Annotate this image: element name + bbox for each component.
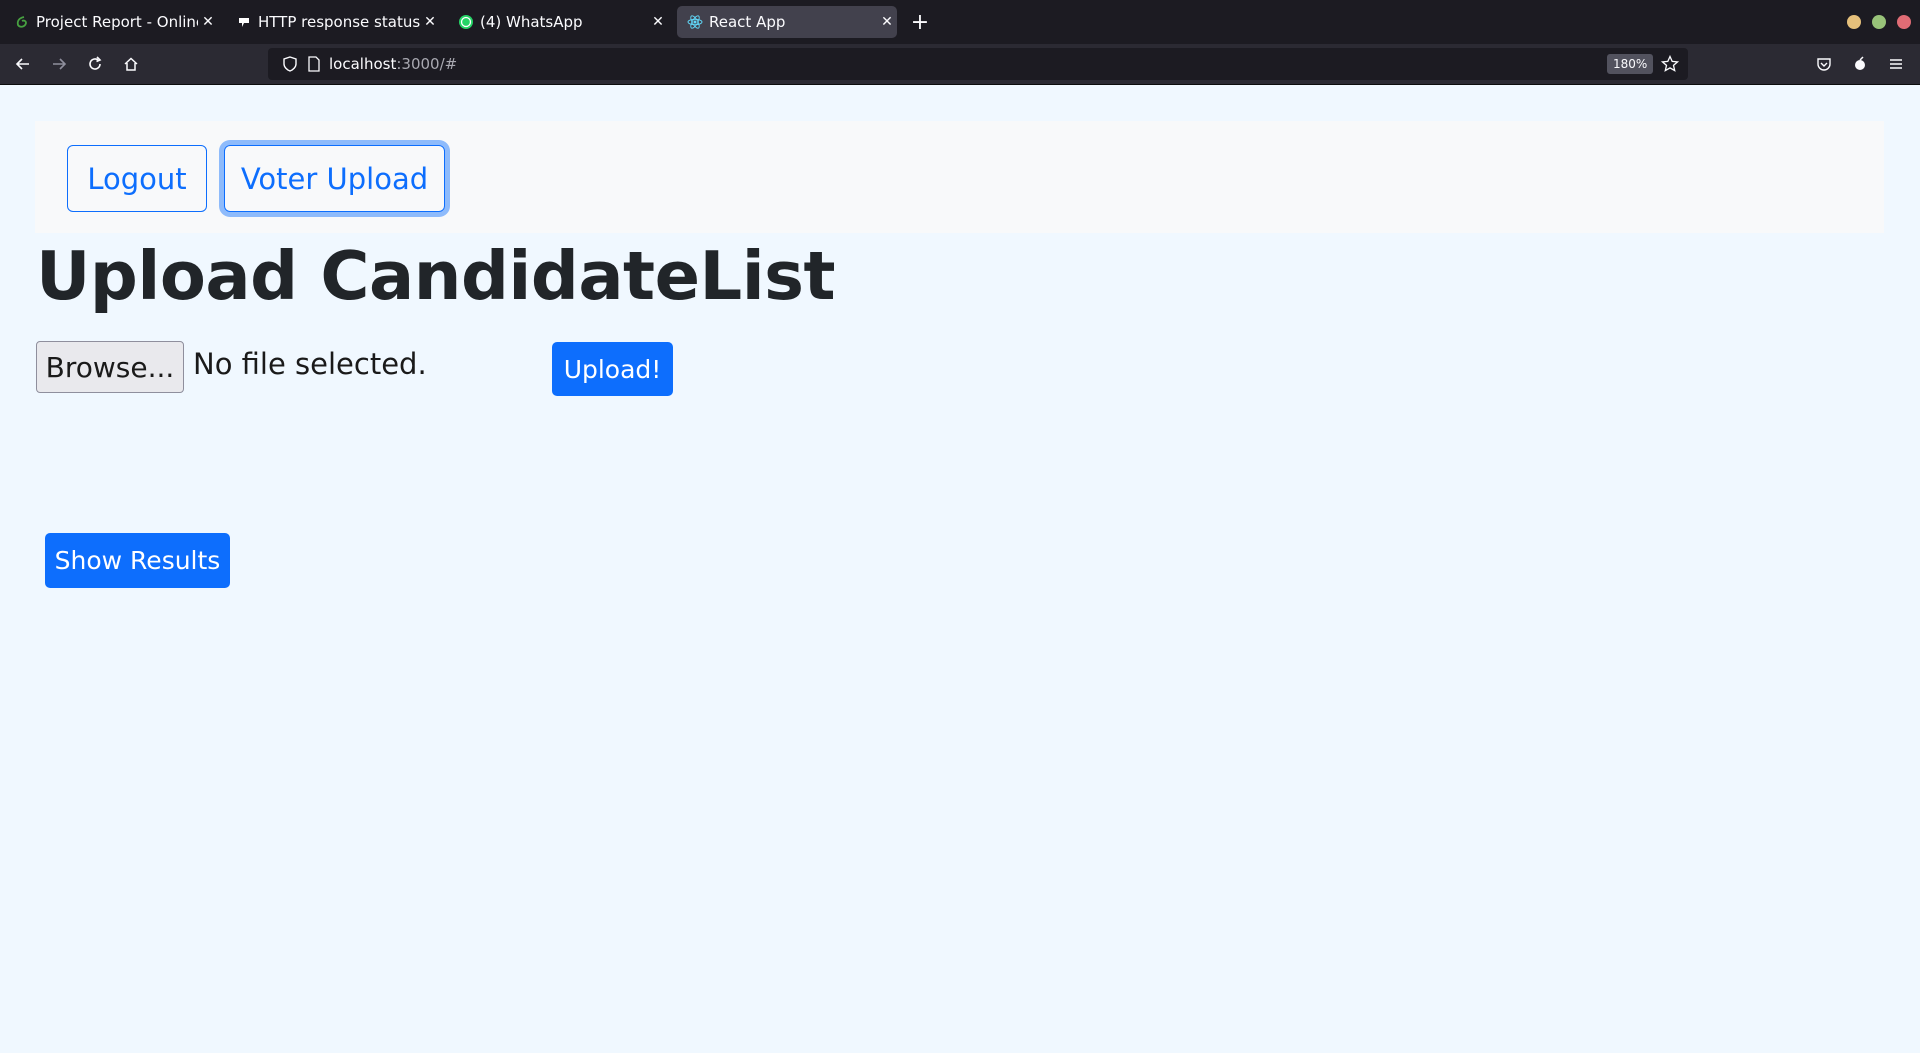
close-icon[interactable]: ✕	[420, 14, 440, 30]
tab-project-report[interactable]: Project Report - Online L ✕	[4, 6, 218, 38]
home-icon[interactable]	[117, 50, 145, 78]
browser-toolbar: localhost:3000/# 180%	[0, 44, 1920, 85]
upload-button[interactable]: Upload!	[552, 342, 673, 396]
shield-icon[interactable]	[282, 56, 298, 76]
close-icon[interactable]: ✕	[648, 14, 668, 30]
new-tab-plus-icon[interactable]: +	[906, 8, 934, 36]
overleaf-icon	[14, 14, 30, 30]
page-icon[interactable]	[307, 56, 321, 76]
reload-icon[interactable]	[81, 50, 109, 78]
logout-button[interactable]: Logout	[67, 145, 207, 212]
whatsapp-icon	[458, 14, 474, 30]
back-arrow-icon[interactable]	[9, 50, 37, 78]
file-status-text: No file selected.	[193, 347, 427, 381]
close-icon[interactable]: ✕	[877, 14, 897, 30]
tab-title: HTTP response status co	[258, 13, 420, 31]
react-icon	[687, 14, 703, 30]
tab-http-status[interactable]: HTTP response status co ✕	[226, 6, 440, 38]
show-results-button[interactable]: Show Results	[45, 533, 230, 588]
bookmark-star-icon[interactable]	[1660, 54, 1680, 77]
tab-react-app[interactable]: React App ✕	[677, 6, 897, 38]
tab-title: React App	[709, 13, 786, 31]
url-host: localhost	[329, 55, 397, 73]
voter-upload-button[interactable]: Voter Upload	[224, 145, 445, 212]
mdn-icon	[236, 14, 252, 30]
minimize-window-icon[interactable]	[1847, 15, 1861, 29]
zoom-indicator[interactable]: 180%	[1607, 54, 1654, 74]
url-path: :3000/#	[396, 55, 458, 73]
browser-tab-bar: Project Report - Online L ✕ HTTP respons…	[0, 0, 1920, 44]
forward-arrow-icon[interactable]	[45, 50, 73, 78]
browse-file-button[interactable]: Browse...	[36, 341, 184, 393]
menu-hamburger-icon[interactable]	[1882, 50, 1910, 78]
tab-whatsapp[interactable]: (4) WhatsApp ✕	[448, 6, 668, 38]
extension-icon[interactable]	[1846, 50, 1874, 78]
url-text[interactable]: localhost:3000/#	[329, 55, 457, 73]
pocket-icon[interactable]	[1810, 50, 1838, 78]
top-nav-panel: Logout Voter Upload	[35, 121, 1884, 233]
close-icon[interactable]: ✕	[198, 14, 218, 30]
close-window-icon[interactable]	[1897, 15, 1911, 29]
page-title: Upload CandidateList	[36, 237, 836, 315]
tab-title: Project Report - Online L	[36, 13, 198, 31]
page-content: Logout Voter Upload Upload CandidateList…	[0, 85, 1920, 1053]
tab-title: (4) WhatsApp	[480, 13, 583, 31]
url-bar[interactable]: localhost:3000/# 180%	[268, 48, 1688, 80]
maximize-window-icon[interactable]	[1872, 15, 1886, 29]
